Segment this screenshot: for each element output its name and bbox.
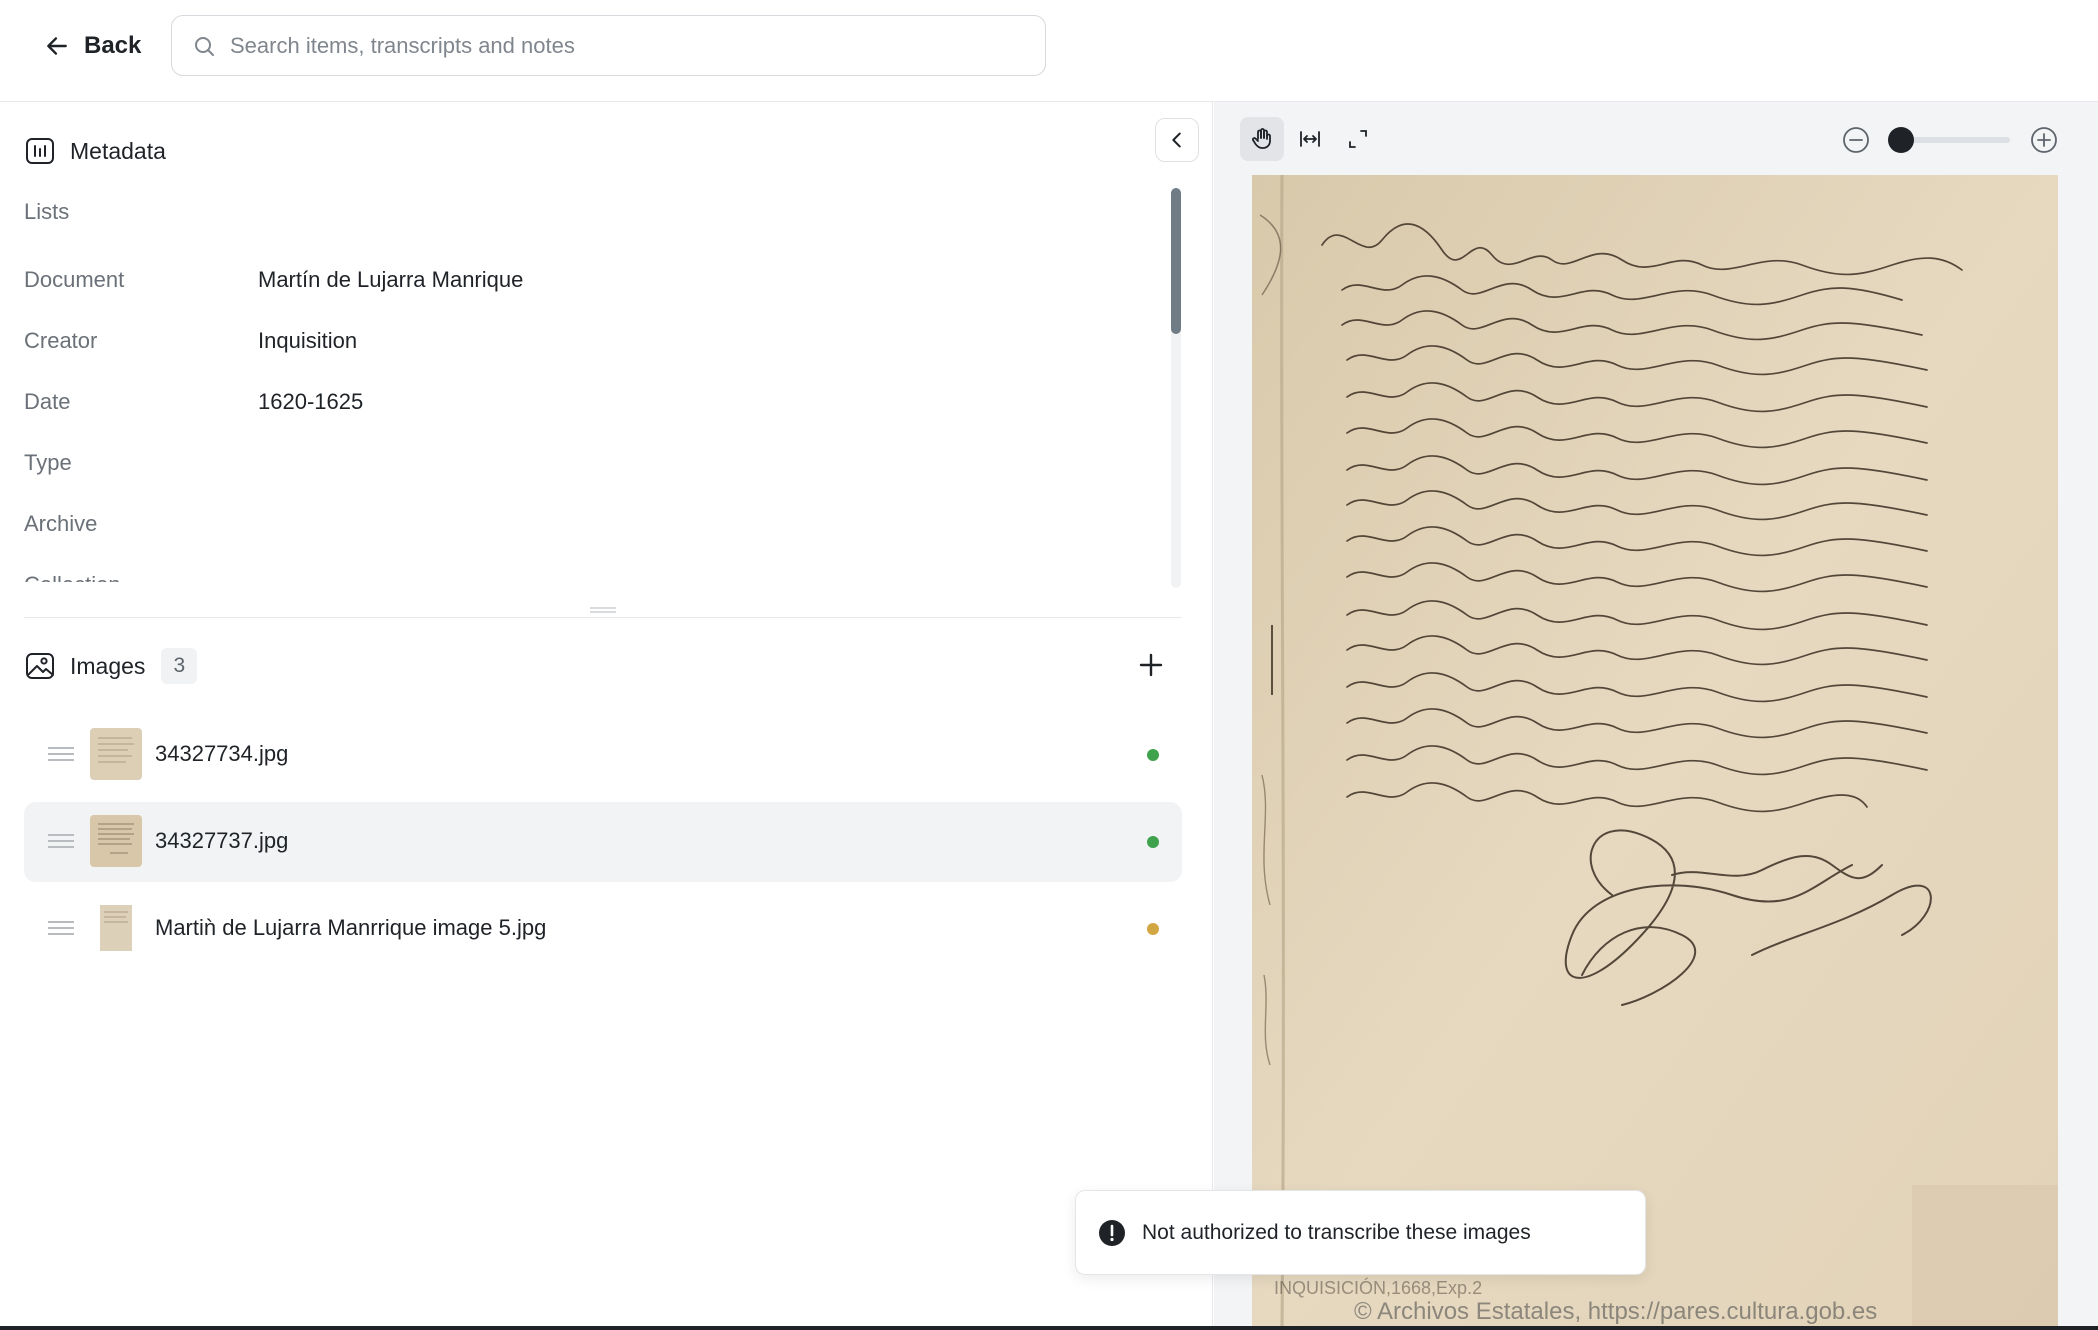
collapse-panel-button[interactable] xyxy=(1155,118,1199,162)
metadata-icon xyxy=(26,138,54,164)
image-thumbnail xyxy=(90,902,142,954)
top-bar: Back xyxy=(0,0,2098,102)
fullscreen-button[interactable] xyxy=(1336,117,1380,161)
hand-icon xyxy=(1252,128,1271,149)
toast-message: Not authorized to transcribe these image… xyxy=(1142,1220,1531,1244)
bottom-border xyxy=(0,1326,2098,1330)
fullscreen-icon xyxy=(1349,130,1367,148)
image-thumbnail xyxy=(90,728,142,780)
search-input[interactable] xyxy=(230,32,1030,59)
image-filename: 34327734.jpg xyxy=(155,741,289,766)
image-copyright: © Archivos Estatales, https://pares.cult… xyxy=(1354,1298,1878,1325)
error-toast: Not authorized to transcribe these image… xyxy=(1075,1190,1646,1275)
manuscript-page xyxy=(1252,175,2058,1330)
document-image[interactable] xyxy=(1252,175,2058,1330)
metadata-value: Martín de Lujarra Manrique xyxy=(258,267,524,292)
metadata-value: Inquisition xyxy=(258,328,358,353)
image-filename: 34327737.jpg xyxy=(155,828,289,853)
drag-handle-icon[interactable] xyxy=(48,833,74,849)
zoom-out-icon[interactable] xyxy=(1842,126,1870,154)
search-icon xyxy=(195,36,214,56)
pan-tool-button[interactable] xyxy=(1240,117,1284,161)
metadata-key: Lists xyxy=(24,199,70,224)
fit-width-button[interactable] xyxy=(1288,117,1332,161)
resize-handle[interactable] xyxy=(590,607,616,613)
metadata-title: Metadata xyxy=(70,137,166,164)
metadata-key: Type xyxy=(24,450,72,475)
image-icon xyxy=(26,653,54,679)
status-dot xyxy=(1147,836,1159,848)
image-filename: Martiǹ de Lujarra Manrrique image 5.jpg xyxy=(155,915,547,940)
alert-icon xyxy=(1099,1219,1125,1246)
metadata-key: Archive xyxy=(24,511,98,536)
search-box[interactable] xyxy=(171,15,1046,76)
chevron-left-icon xyxy=(1172,132,1181,148)
status-dot xyxy=(1147,749,1159,761)
back-label: Back xyxy=(84,32,142,59)
zoom-slider-knob[interactable] xyxy=(1888,127,1914,153)
image-thumbnail xyxy=(90,815,142,867)
arrow-left-icon xyxy=(47,37,67,55)
drag-handle-icon[interactable] xyxy=(48,920,74,936)
viewer-toolbar xyxy=(1214,102,2098,176)
metadata-header: Metadata xyxy=(24,135,166,167)
image-list-item[interactable]: Martiǹ de Lujarra Manrrique image 5.jpg xyxy=(24,889,1182,969)
fit-width-icon xyxy=(1300,131,1320,147)
metadata-list[interactable]: Lists Document Martín de Lujarra Manriqu… xyxy=(24,190,1164,688)
image-watermark: INQUISICIÓN,1668,Exp.2 xyxy=(1274,1278,1483,1298)
drag-handle-icon[interactable] xyxy=(48,746,74,762)
zoom-in-icon[interactable] xyxy=(2030,126,2058,154)
plus-icon[interactable] xyxy=(1136,650,1166,680)
metadata-key: Date xyxy=(24,389,71,414)
metadata-scrollbar-thumb[interactable] xyxy=(1171,188,1181,334)
image-list-item-selected[interactable]: 34327737.jpg xyxy=(24,802,1182,882)
back-button[interactable]: Back xyxy=(44,28,141,64)
image-viewer: INQUISICIÓN,1668,Exp.2 © Archivos Estata… xyxy=(1214,102,2098,1330)
metadata-value: 1620-1625 xyxy=(258,389,364,414)
images-count-badge: 3 xyxy=(161,648,198,684)
status-dot xyxy=(1147,923,1159,935)
metadata-key: Document xyxy=(24,267,125,292)
image-list-item[interactable]: 34327734.jpg xyxy=(24,715,1182,795)
images-header: Images 3 xyxy=(24,646,1174,686)
section-divider xyxy=(24,617,1182,618)
left-panel: Metadata Lists Document Martín de Lujarr… xyxy=(0,102,1213,1330)
images-title: Images xyxy=(70,652,146,679)
metadata-key: Creator xyxy=(24,328,98,353)
